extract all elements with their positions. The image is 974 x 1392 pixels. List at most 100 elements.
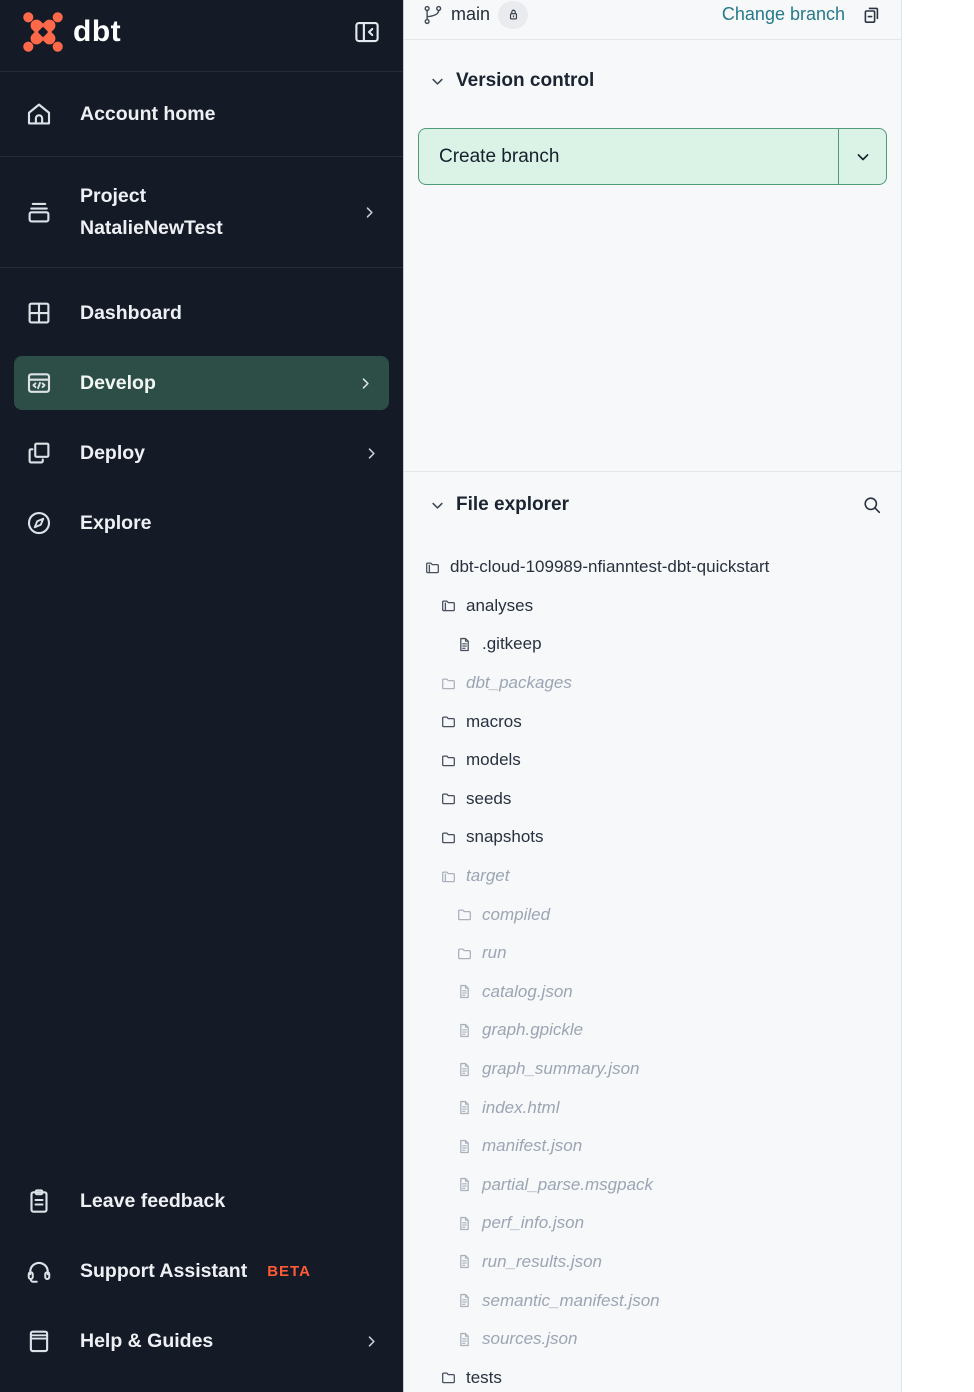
dashboard-icon xyxy=(24,298,54,328)
chevron-right-icon xyxy=(362,1332,381,1351)
develop-code-window-icon xyxy=(24,368,54,398)
change-branch-link[interactable]: Change branch xyxy=(722,4,845,25)
tree-item-dbt-packages[interactable]: dbt_packages xyxy=(404,664,901,703)
tree-item-label: catalog.json xyxy=(482,982,573,1002)
tree-item-label: tests xyxy=(466,1368,502,1388)
project-name: NatalieNewTest xyxy=(80,212,223,244)
branch-readonly-badge xyxy=(498,1,528,29)
tree-item-partial-parse-msgpack[interactable]: partial_parse.msgpack xyxy=(404,1166,901,1205)
tree-item-run[interactable]: run xyxy=(404,934,901,973)
tree-item-perf-info-json[interactable]: perf_info.json xyxy=(404,1204,901,1243)
create-branch-split-button: Create branch xyxy=(418,128,887,185)
sidebar-item-explore[interactable]: Explore xyxy=(0,488,403,558)
tree-item-label: seeds xyxy=(466,789,511,809)
panel-collapse-icon xyxy=(352,17,382,47)
deploy-icon xyxy=(24,438,54,468)
tree-item-sources-json[interactable]: sources.json xyxy=(404,1320,901,1359)
app-root: dbt Account home Project NatalieNewTest … xyxy=(0,0,974,1392)
tree-item-label: perf_info.json xyxy=(482,1213,584,1233)
folder-icon xyxy=(456,945,473,962)
file-icon xyxy=(456,1331,473,1348)
folder-icon xyxy=(440,675,457,692)
tree-item-label: analyses xyxy=(466,596,533,616)
dashboard-label: Dashboard xyxy=(80,302,182,325)
folder-icon xyxy=(440,829,457,846)
tree-item-semantic-manifest-json[interactable]: semantic_manifest.json xyxy=(404,1281,901,1320)
file-explorer-title: File explorer xyxy=(456,494,569,516)
folder-icon xyxy=(440,752,457,769)
tree-item-manifest-json[interactable]: manifest.json xyxy=(404,1127,901,1166)
sidebar-item-help-guides[interactable]: Help & Guides xyxy=(0,1306,403,1376)
sidebar-item-account-home[interactable]: Account home xyxy=(0,72,403,157)
explore-label: Explore xyxy=(80,512,152,535)
tree-item-label: run_results.json xyxy=(482,1252,602,1272)
tree-item-label: dbt_packages xyxy=(466,673,572,693)
current-branch-name: main xyxy=(451,4,490,25)
tree-item-snapshots[interactable]: snapshots xyxy=(404,818,901,857)
file-explorer-header[interactable]: File explorer xyxy=(404,488,901,522)
file-icon xyxy=(456,1022,473,1039)
folder-icon xyxy=(440,790,457,807)
beta-badge: BETA xyxy=(267,1263,311,1280)
tree-item-graph-gpickle[interactable]: graph.gpickle xyxy=(404,1011,901,1050)
search-icon xyxy=(860,493,884,517)
tree-item-compiled[interactable]: compiled xyxy=(404,895,901,934)
file-tree: dbt-cloud-109989-nfianntest-dbt-quicksta… xyxy=(404,548,901,1392)
file-icon xyxy=(456,1292,473,1309)
tree-item-label: macros xyxy=(466,712,522,732)
sidebar-item-dashboard[interactable]: Dashboard xyxy=(0,278,403,348)
tree-item-label: graph.gpickle xyxy=(482,1020,583,1040)
tree-item-run-results-json[interactable]: run_results.json xyxy=(404,1243,901,1282)
tree-item-gitkeep[interactable]: .gitkeep xyxy=(404,625,901,664)
file-search-button[interactable] xyxy=(859,492,885,518)
explore-compass-icon xyxy=(24,508,54,538)
create-branch-dropdown-toggle[interactable] xyxy=(838,129,886,184)
tree-item-label: snapshots xyxy=(466,827,544,847)
dbt-logo-icon xyxy=(22,11,64,53)
branch-bar: main Change branch xyxy=(404,0,901,40)
collapse-sidebar-button[interactable] xyxy=(351,16,383,48)
tree-item-target[interactable]: target xyxy=(404,857,901,896)
tree-item-index-html[interactable]: index.html xyxy=(404,1088,901,1127)
tree-item-macros[interactable]: macros xyxy=(404,702,901,741)
lock-icon xyxy=(505,6,522,23)
sidebar: dbt Account home Project NatalieNewTest … xyxy=(0,0,404,1392)
create-branch-button[interactable]: Create branch xyxy=(419,129,838,184)
tree-item-analyses[interactable]: analyses xyxy=(404,587,901,626)
version-control-header[interactable]: Version control xyxy=(404,64,901,98)
tree-item-graph-summary-json[interactable]: graph_summary.json xyxy=(404,1050,901,1089)
file-icon xyxy=(456,1253,473,1270)
tree-item-tests[interactable]: tests xyxy=(404,1358,901,1392)
sidebar-item-leave-feedback[interactable]: Leave feedback xyxy=(0,1166,403,1236)
copy-icon xyxy=(860,3,884,27)
file-icon xyxy=(456,1061,473,1078)
home-icon xyxy=(24,99,54,129)
sidebar-item-support-assistant[interactable]: Support Assistant BETA xyxy=(0,1236,403,1306)
project-label: Project xyxy=(80,180,223,212)
copy-branch-button[interactable] xyxy=(859,2,885,28)
sidebar-item-develop[interactable]: Develop xyxy=(14,356,389,410)
chevron-down-icon xyxy=(428,72,447,91)
folder-open-icon xyxy=(440,868,457,885)
folder-open-icon xyxy=(440,597,457,614)
help-guides-label: Help & Guides xyxy=(80,1330,213,1353)
tree-item-seeds[interactable]: seeds xyxy=(404,780,901,819)
tree-item-project-root[interactable]: dbt-cloud-109989-nfianntest-dbt-quicksta… xyxy=(404,548,901,587)
tree-item-label: index.html xyxy=(482,1098,559,1118)
book-icon xyxy=(24,1326,54,1356)
chevron-down-icon xyxy=(428,496,447,515)
tree-item-models[interactable]: models xyxy=(404,741,901,780)
headset-icon xyxy=(24,1256,54,1286)
clipboard-feedback-icon xyxy=(24,1186,54,1216)
sidebar-item-project[interactable]: Project NatalieNewTest xyxy=(0,157,403,268)
file-icon xyxy=(456,1099,473,1116)
editor-empty-area xyxy=(902,0,974,1392)
chevron-down-icon xyxy=(853,147,873,167)
tree-item-catalog-json[interactable]: catalog.json xyxy=(404,973,901,1012)
tree-item-label: sources.json xyxy=(482,1329,577,1349)
file-icon xyxy=(456,1215,473,1232)
tree-item-label: graph_summary.json xyxy=(482,1059,639,1079)
sidebar-item-deploy[interactable]: Deploy xyxy=(0,418,403,488)
folder-icon xyxy=(440,713,457,730)
dbt-logo-text: dbt xyxy=(73,15,121,49)
